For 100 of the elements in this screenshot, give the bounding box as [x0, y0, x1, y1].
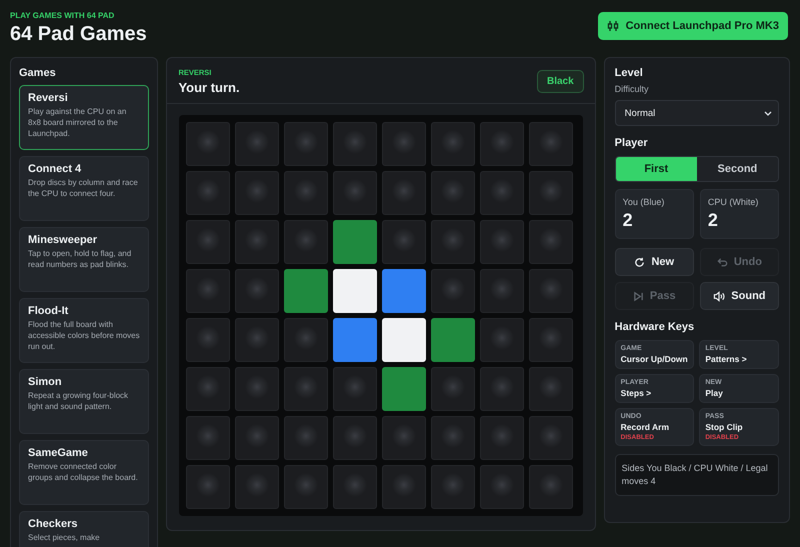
- empty-pad[interactable]: [186, 122, 230, 166]
- game-description: Flood the full board with accessible colors before moves run out.: [28, 319, 140, 352]
- empty-pad[interactable]: [333, 367, 378, 411]
- player-heading: Player: [614, 137, 649, 149]
- empty-pad[interactable]: [235, 465, 280, 509]
- game-title: Minesweeper: [28, 234, 98, 246]
- game-card[interactable]: Minesweeper Tap to open, hold to flag, and read numbers as pad blinks.: [19, 227, 150, 292]
- empty-pad[interactable]: [382, 220, 426, 264]
- difficulty-select[interactable]: Normal: [614, 100, 779, 126]
- empty-pad[interactable]: [382, 122, 426, 166]
- game-title: Reversi: [28, 92, 69, 104]
- empty-pad[interactable]: [480, 269, 524, 313]
- app-title: 64 Pad Games: [10, 23, 147, 46]
- game-title: Flood-It: [28, 305, 70, 317]
- empty-pad[interactable]: [382, 416, 426, 460]
- empty-pad[interactable]: [480, 367, 524, 411]
- empty-pad[interactable]: [529, 465, 574, 509]
- game-title: Simon: [28, 376, 63, 388]
- empty-pad[interactable]: [480, 171, 524, 215]
- empty-pad[interactable]: [186, 220, 230, 264]
- empty-pad[interactable]: [480, 416, 524, 460]
- empty-pad[interactable]: [333, 465, 378, 509]
- empty-pad[interactable]: [480, 465, 524, 509]
- difficulty-label: Difficulty: [614, 84, 650, 94]
- empty-pad[interactable]: [431, 171, 476, 215]
- empty-pad[interactable]: [529, 318, 574, 362]
- player-piece-pad[interactable]: [382, 269, 426, 313]
- player-piece-pad[interactable]: [333, 318, 378, 362]
- empty-pad[interactable]: [235, 269, 280, 313]
- cpu-piece-pad[interactable]: [333, 269, 378, 313]
- empty-pad[interactable]: [284, 465, 328, 509]
- empty-pad[interactable]: [431, 269, 476, 313]
- key-action: Cursor Up/Down: [620, 354, 688, 364]
- empty-pad[interactable]: [333, 122, 378, 166]
- status-note: Sides You Black / CPU White / Legal moves 4: [614, 454, 779, 496]
- empty-pad[interactable]: [284, 416, 328, 460]
- empty-pad[interactable]: [235, 171, 280, 215]
- cable-icon: [606, 20, 619, 32]
- empty-pad[interactable]: [235, 122, 280, 166]
- app-eyebrow: PLAY GAMES WITH 64 PAD: [10, 11, 116, 20]
- empty-pad[interactable]: [431, 122, 476, 166]
- empty-pad[interactable]: [480, 122, 524, 166]
- empty-pad[interactable]: [235, 318, 280, 362]
- skip-icon: [632, 290, 644, 302]
- game-card[interactable]: Simon Repeat a growing four-block light and sound pattern.: [19, 369, 150, 434]
- connect-button[interactable]: Connect Launchpad Pro MK3: [598, 12, 788, 40]
- game-card[interactable]: Connect 4 Drop discs by column and race the CPU to connect four.: [19, 156, 150, 221]
- empty-pad[interactable]: [431, 220, 476, 264]
- player-option[interactable]: First: [616, 157, 697, 181]
- empty-pad[interactable]: [333, 416, 378, 460]
- empty-pad[interactable]: [431, 367, 476, 411]
- game-card[interactable]: Checkers Select pieces, make: [19, 511, 150, 547]
- move-hint-pad[interactable]: [284, 269, 328, 313]
- empty-pad[interactable]: [529, 416, 574, 460]
- empty-pad[interactable]: [529, 171, 574, 215]
- score-value: 2: [622, 210, 634, 231]
- move-hint-pad[interactable]: [333, 220, 378, 264]
- empty-pad[interactable]: [235, 416, 280, 460]
- empty-pad[interactable]: [382, 465, 426, 509]
- sound-button[interactable]: Sound: [700, 282, 779, 310]
- key-action: Stop Clip: [705, 422, 744, 432]
- level-heading: Level: [614, 67, 644, 79]
- cpu-piece-pad[interactable]: [382, 318, 426, 362]
- game-description: Drop discs by column and race the CPU to connect four.: [28, 177, 139, 199]
- new-button[interactable]: New: [614, 248, 694, 276]
- game-card[interactable]: Reversi Play against the CPU on an 8x8 board mirrored to the Launchpad.: [19, 85, 150, 150]
- empty-pad[interactable]: [235, 367, 280, 411]
- move-hint-pad[interactable]: [431, 318, 476, 362]
- empty-pad[interactable]: [186, 269, 230, 313]
- hardware-heading: Hardware Keys: [614, 321, 696, 333]
- empty-pad[interactable]: [529, 367, 574, 411]
- empty-pad[interactable]: [186, 171, 230, 215]
- move-hint-pad[interactable]: [382, 367, 426, 411]
- empty-pad[interactable]: [186, 367, 230, 411]
- empty-pad[interactable]: [529, 220, 574, 264]
- empty-pad[interactable]: [186, 465, 230, 509]
- game-card[interactable]: Flood-It Flood the full board with accessible colors before moves run out.: [19, 298, 150, 363]
- empty-pad[interactable]: [284, 318, 328, 362]
- empty-pad[interactable]: [529, 122, 574, 166]
- empty-pad[interactable]: [431, 416, 476, 460]
- empty-pad[interactable]: [186, 318, 230, 362]
- game-title: Connect 4: [28, 163, 82, 175]
- empty-pad[interactable]: [284, 171, 328, 215]
- empty-pad[interactable]: [333, 171, 378, 215]
- game-card[interactable]: SameGame Remove connected color groups and collapse the board.: [19, 440, 150, 505]
- game-description: Repeat a growing four-block light and sound pattern.: [28, 390, 130, 412]
- empty-pad[interactable]: [529, 269, 574, 313]
- turn-status: Your turn.: [178, 80, 240, 95]
- empty-pad[interactable]: [284, 367, 328, 411]
- empty-pad[interactable]: [186, 416, 230, 460]
- game-description: Tap to open, hold to flag, and read numbers as pad blinks.: [28, 248, 132, 270]
- empty-pad[interactable]: [235, 220, 280, 264]
- empty-pad[interactable]: [480, 220, 524, 264]
- player-option[interactable]: Second: [696, 157, 778, 181]
- empty-pad[interactable]: [431, 465, 476, 509]
- empty-pad[interactable]: [284, 220, 328, 264]
- empty-pad[interactable]: [480, 318, 524, 362]
- key-action: Record Arm: [620, 422, 670, 432]
- empty-pad[interactable]: [382, 171, 426, 215]
- empty-pad[interactable]: [284, 122, 328, 166]
